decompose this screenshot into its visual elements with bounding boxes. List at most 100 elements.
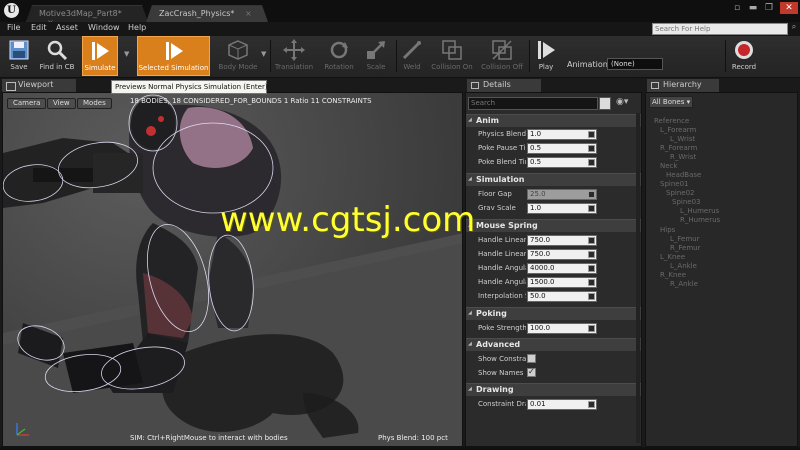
collision-off-button[interactable]: Collision Off	[478, 36, 526, 76]
tab-hierarchy[interactable]: Hierarchy	[647, 79, 719, 92]
animation-select[interactable]: (None)	[607, 58, 663, 70]
handle-angular-stiffness-field[interactable]: 4000.0	[527, 263, 597, 274]
body-mode-button[interactable]: Body Mode	[215, 36, 261, 76]
reset-icon[interactable]	[588, 131, 595, 138]
bone-filter-select[interactable]: All Bones ▾	[649, 96, 693, 108]
tree-node[interactable]: L_Forearm	[660, 126, 696, 134]
reset-icon[interactable]	[588, 325, 595, 332]
find-in-cb-button[interactable]: Find in CB	[37, 36, 77, 76]
weld-button[interactable]: Weld	[398, 36, 426, 76]
tree-node[interactable]: Neck	[660, 162, 677, 170]
notification-icon[interactable]: ▫	[730, 2, 744, 14]
help-search-input[interactable]: Search For Help	[652, 23, 788, 35]
tab-details[interactable]: Details	[467, 79, 541, 92]
tree-node[interactable]: R_Wrist	[670, 153, 696, 161]
minimize-icon[interactable]: ▬	[746, 2, 760, 14]
reset-icon[interactable]	[588, 401, 595, 408]
tab-viewport[interactable]: Viewport	[2, 79, 76, 92]
tree-node[interactable]: Spine03	[672, 198, 700, 206]
tree-node[interactable]: L_Humerus	[680, 207, 719, 215]
reset-icon[interactable]	[588, 205, 595, 212]
poke-strength-field[interactable]: 100.0	[527, 323, 597, 334]
tree-node[interactable]: L_Knee	[660, 253, 685, 261]
simulate-button[interactable]: Simulate	[82, 36, 118, 76]
section-simulation[interactable]: Simulation	[466, 173, 641, 186]
tree-node[interactable]: Hips	[660, 226, 675, 234]
menu-help[interactable]: Help	[128, 23, 146, 32]
translation-button[interactable]: Translation	[272, 36, 316, 76]
close-icon[interactable]: ×	[245, 9, 252, 18]
physics-blend-field[interactable]: 1.0	[527, 129, 597, 140]
magnifier-icon	[47, 40, 68, 61]
section-mouse-spring[interactable]: Mouse Spring	[466, 219, 641, 232]
record-button[interactable]: Record	[728, 36, 760, 76]
play-button[interactable]: Play	[532, 36, 560, 76]
selected-simulation-button[interactable]: Selected Simulation	[137, 36, 210, 76]
handle-linear-damping-field[interactable]: 750.0	[527, 235, 597, 246]
show-names-checkbox[interactable]	[527, 367, 536, 377]
tree-node[interactable]: R_Knee	[660, 271, 686, 279]
tree-node[interactable]: L_Ankle	[670, 262, 697, 270]
tree-node[interactable]: Spine01	[660, 180, 688, 188]
menu-file[interactable]: File	[7, 23, 20, 32]
view-menu-button[interactable]: View	[47, 98, 76, 109]
section-anim[interactable]: Anim	[466, 114, 641, 127]
viewport-stats: 18 BODIES, 18 CONSIDERED_FOR_BOUNDS 1 Ra…	[130, 97, 372, 105]
reset-icon[interactable]	[588, 237, 595, 244]
search-icon[interactable]: ⌕	[788, 22, 800, 36]
section-drawing[interactable]: Drawing	[466, 383, 641, 396]
tree-node[interactable]: HeadBase	[666, 171, 701, 179]
tree-node[interactable]: R_Femur	[670, 244, 700, 252]
floor-gap-field[interactable]: 25.0	[527, 189, 597, 200]
maximize-icon[interactable]: ❐	[762, 2, 776, 14]
tab-zaccrash-physics[interactable]: ZacCrash_Physics* ×	[146, 5, 268, 22]
body-mode-chevron-icon[interactable]: ▼	[261, 50, 266, 58]
tree-node[interactable]: Spine02	[666, 189, 694, 197]
tree-node[interactable]: L_Wrist	[670, 135, 695, 143]
poke-pause-time-field[interactable]: 0.5	[527, 143, 597, 154]
reset-icon[interactable]	[588, 251, 595, 258]
constraint-draw-size-field[interactable]: 0.01	[527, 399, 597, 410]
camera-menu-button[interactable]: Camera	[7, 98, 47, 109]
details-scrollbar[interactable]	[636, 113, 640, 443]
tree-node[interactable]: L_Femur	[670, 235, 699, 243]
viewport[interactable]: Camera View Modes 18 BODIES, 18 CONSIDER…	[2, 92, 463, 447]
menu-edit[interactable]: Edit	[31, 23, 47, 32]
modes-menu-button[interactable]: Modes	[77, 98, 112, 109]
section-poking[interactable]: Poking	[466, 307, 641, 320]
window-close-icon[interactable]: ✕	[780, 2, 798, 14]
poke-blend-time-field[interactable]: 0.5	[527, 157, 597, 168]
reset-icon[interactable]	[588, 159, 595, 166]
scale-button[interactable]: Scale	[360, 36, 392, 76]
tree-node[interactable]: R_Humerus	[680, 216, 720, 224]
save-button[interactable]: Save	[2, 36, 36, 76]
reset-icon[interactable]	[588, 293, 595, 300]
field-value: 0.5	[530, 158, 542, 166]
grav-scale-field[interactable]: 1.0	[527, 203, 597, 214]
show-constraints-checkbox[interactable]	[527, 354, 536, 363]
handle-linear-stiffness-field[interactable]: 750.0	[527, 249, 597, 260]
reset-icon[interactable]	[588, 191, 595, 198]
menu-window[interactable]: Window	[88, 23, 120, 32]
collision-on-button[interactable]: Collision On	[428, 36, 476, 76]
toolbar-separator	[396, 40, 397, 72]
property-matrix-icon[interactable]	[599, 97, 611, 110]
watermark: www.cgtsj.com	[220, 200, 476, 240]
handle-angular-damping-field[interactable]: 1500.0	[527, 277, 597, 288]
tree-node[interactable]: Reference	[654, 117, 689, 125]
reset-icon[interactable]	[588, 265, 595, 272]
grav-scale-label: Grav Scale	[478, 204, 516, 212]
tree-node[interactable]: R_Forearm	[660, 144, 697, 152]
section-advanced[interactable]: Advanced	[466, 338, 641, 351]
rotation-button[interactable]: Rotation	[320, 36, 358, 76]
tab-motive3dmap[interactable]: Motive3dMap_Part8* ×	[26, 5, 148, 22]
reset-icon[interactable]	[588, 145, 595, 152]
reset-icon[interactable]	[588, 279, 595, 286]
details-search-input[interactable]: Search	[468, 97, 598, 110]
interpolation-speed-field[interactable]: 50.0	[527, 291, 597, 302]
eye-icon[interactable]: ◉▾	[616, 97, 628, 107]
tree-node[interactable]: R_Ankle	[670, 280, 698, 288]
menu-asset[interactable]: Asset	[56, 23, 78, 32]
field-value: 100.0	[530, 324, 551, 332]
simulate-options-chevron-icon[interactable]: ▼	[124, 50, 129, 58]
